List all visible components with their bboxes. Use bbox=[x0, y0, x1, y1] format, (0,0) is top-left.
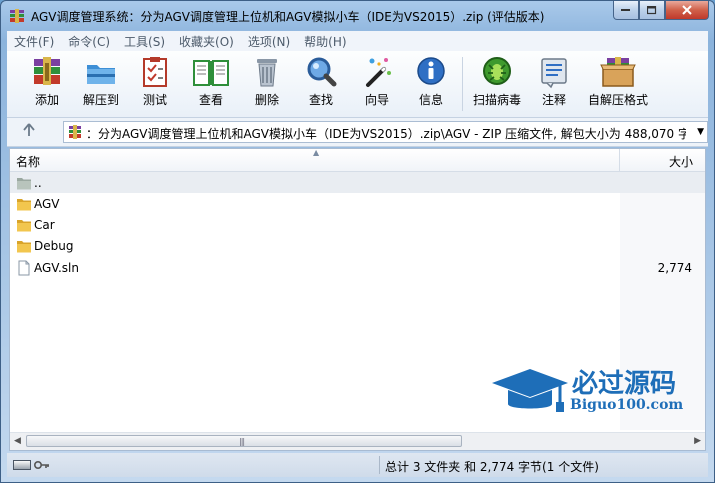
horizontal-scrollbar[interactable]: ◀ ||| ▶ bbox=[10, 432, 705, 450]
column-divider[interactable] bbox=[619, 149, 620, 171]
watermark-subtitle: Biguo100.com bbox=[570, 397, 684, 413]
parent-folder-icon bbox=[17, 178, 31, 190]
comment-note-icon bbox=[541, 58, 567, 89]
info-icon bbox=[417, 57, 445, 85]
scroll-right-icon[interactable]: ▶ bbox=[694, 436, 701, 446]
winrar-app-icon[interactable] bbox=[9, 8, 25, 24]
window-controls bbox=[613, 1, 709, 20]
menu-commands[interactable]: 命令(C) bbox=[61, 33, 117, 50]
delete-label: 删除 bbox=[254, 93, 279, 107]
find-button[interactable]: 查找 bbox=[295, 55, 347, 113]
file-size: 2,774 bbox=[657, 261, 692, 275]
checklist-icon bbox=[143, 57, 167, 87]
menu-file[interactable]: 文件(F) bbox=[7, 33, 61, 50]
info-button[interactable]: 信息 bbox=[405, 55, 457, 113]
file-list: 名称 ▲ 大小 .. AGV Car Debug AGV.sln 2,774 必… bbox=[9, 148, 706, 451]
file-row-agv[interactable]: AGV bbox=[10, 193, 705, 214]
path-field[interactable]: ：分为AGV调度管理上位机和AGV模拟小车（IDE为VS2015）.zip\AG… bbox=[63, 121, 708, 143]
scan-virus-label: 扫描病毒 bbox=[472, 93, 521, 107]
graduation-cap-logo bbox=[492, 369, 568, 412]
archive-icon bbox=[69, 125, 81, 139]
column-size-header[interactable]: 大小 bbox=[669, 153, 693, 170]
column-name-header[interactable]: 名称 bbox=[16, 153, 40, 170]
add-label: 添加 bbox=[34, 93, 59, 107]
view-label: 查看 bbox=[198, 93, 223, 107]
address-bar: ：分为AGV调度管理上位机和AGV模拟小车（IDE为VS2015）.zip\AG… bbox=[7, 118, 708, 147]
document-icon bbox=[18, 260, 30, 276]
find-label: 查找 bbox=[308, 93, 333, 107]
sort-ascending-icon: ▲ bbox=[313, 148, 320, 157]
file-row-sln[interactable]: AGV.sln 2,774 bbox=[10, 257, 705, 278]
file-name: Car bbox=[34, 218, 55, 232]
extract-to-label: 解压到 bbox=[82, 93, 119, 107]
open-book-icon bbox=[193, 60, 229, 86]
file-row-parent[interactable]: .. bbox=[10, 172, 705, 193]
up-one-level-button[interactable] bbox=[17, 123, 41, 143]
trash-icon bbox=[257, 59, 277, 87]
minimize-icon bbox=[621, 9, 630, 11]
folder-icon bbox=[17, 199, 31, 211]
scan-virus-button[interactable]: 扫描病毒 bbox=[471, 55, 523, 113]
minimize-button[interactable] bbox=[613, 1, 639, 20]
menu-help[interactable]: 帮助(H) bbox=[297, 33, 353, 50]
file-name: AGV bbox=[34, 197, 60, 211]
status-divider bbox=[379, 456, 380, 474]
toolbar: 添加 解压到 测试 查看 删除 查找 向导 信息 扫描病毒 注释 自解压格式 bbox=[7, 51, 708, 118]
sfx-box-icon bbox=[600, 57, 636, 87]
file-name: AGV.sln bbox=[34, 261, 79, 275]
toolbar-separator bbox=[462, 57, 463, 111]
winrar-window: AGV调度管理系统：分为AGV调度管理上位机和AGV模拟小车（IDE为VS201… bbox=[0, 0, 715, 483]
column-header-row: 名称 ▲ 大小 bbox=[10, 149, 705, 172]
wizard-label: 向导 bbox=[364, 93, 389, 107]
scroll-left-icon[interactable]: ◀ bbox=[14, 436, 21, 446]
maximize-button[interactable] bbox=[639, 1, 665, 20]
comment-button[interactable]: 注释 bbox=[528, 55, 580, 113]
menu-options[interactable]: 选项(N) bbox=[241, 33, 297, 50]
folder-icon bbox=[17, 220, 31, 232]
status-summary: 总计 3 文件夹 和 2,774 字节(1 个文件) bbox=[385, 460, 599, 474]
menu-favorites[interactable]: 收藏夹(O) bbox=[172, 33, 241, 50]
sfx-label: 自解压格式 bbox=[587, 93, 648, 107]
path-dropdown-icon[interactable]: ▼ bbox=[697, 127, 704, 137]
arrow-up-icon bbox=[23, 123, 35, 136]
folder-icon bbox=[17, 241, 31, 253]
status-bar: 总计 3 文件夹 和 2,774 字节(1 个文件) bbox=[7, 453, 708, 477]
add-archive-icon bbox=[34, 57, 60, 85]
file-name: .. bbox=[34, 176, 42, 190]
add-button[interactable]: 添加 bbox=[21, 55, 73, 113]
watermark-title: 必过源码 bbox=[572, 369, 677, 399]
virus-scan-icon bbox=[483, 57, 511, 85]
file-row-debug[interactable]: Debug bbox=[10, 235, 705, 256]
folder-extract-icon bbox=[87, 65, 115, 84]
file-row-car[interactable]: Car bbox=[10, 214, 705, 235]
wizard-button[interactable]: 向导 bbox=[351, 55, 403, 113]
title-bar: AGV调度管理系统：分为AGV调度管理上位机和AGV模拟小车（IDE为VS201… bbox=[1, 1, 714, 31]
path-text: ：分为AGV调度管理上位机和AGV模拟小车（IDE为VS2015）.zip\AG… bbox=[86, 127, 686, 141]
file-name: Debug bbox=[34, 239, 74, 253]
sfx-button[interactable]: 自解压格式 bbox=[586, 55, 650, 113]
menu-tools[interactable]: 工具(S) bbox=[117, 33, 172, 50]
watermark: 必过源码 Biguo100.com bbox=[490, 363, 696, 423]
delete-button[interactable]: 删除 bbox=[241, 55, 293, 113]
maximize-icon bbox=[647, 5, 657, 14]
extract-to-button[interactable]: 解压到 bbox=[75, 55, 127, 113]
close-icon bbox=[682, 5, 692, 15]
close-button[interactable] bbox=[665, 1, 709, 20]
info-label: 信息 bbox=[418, 93, 443, 107]
view-button[interactable]: 查看 bbox=[185, 55, 237, 113]
scroll-grip-icon: ||| bbox=[239, 437, 245, 446]
window-title: AGV调度管理系统：分为AGV调度管理上位机和AGV模拟小车（IDE为VS201… bbox=[31, 10, 545, 24]
menu-bar: 文件(F) 命令(C) 工具(S) 收藏夹(O) 选项(N) 帮助(H) bbox=[7, 31, 708, 51]
comment-label: 注释 bbox=[541, 93, 566, 107]
drive-icon[interactable] bbox=[13, 460, 31, 470]
key-icon[interactable] bbox=[34, 459, 50, 471]
scroll-thumb[interactable]: ||| bbox=[26, 435, 462, 447]
magic-wand-icon bbox=[366, 58, 391, 87]
test-label: 测试 bbox=[142, 93, 167, 107]
test-button[interactable]: 测试 bbox=[129, 55, 181, 113]
magnifier-icon bbox=[307, 57, 337, 87]
